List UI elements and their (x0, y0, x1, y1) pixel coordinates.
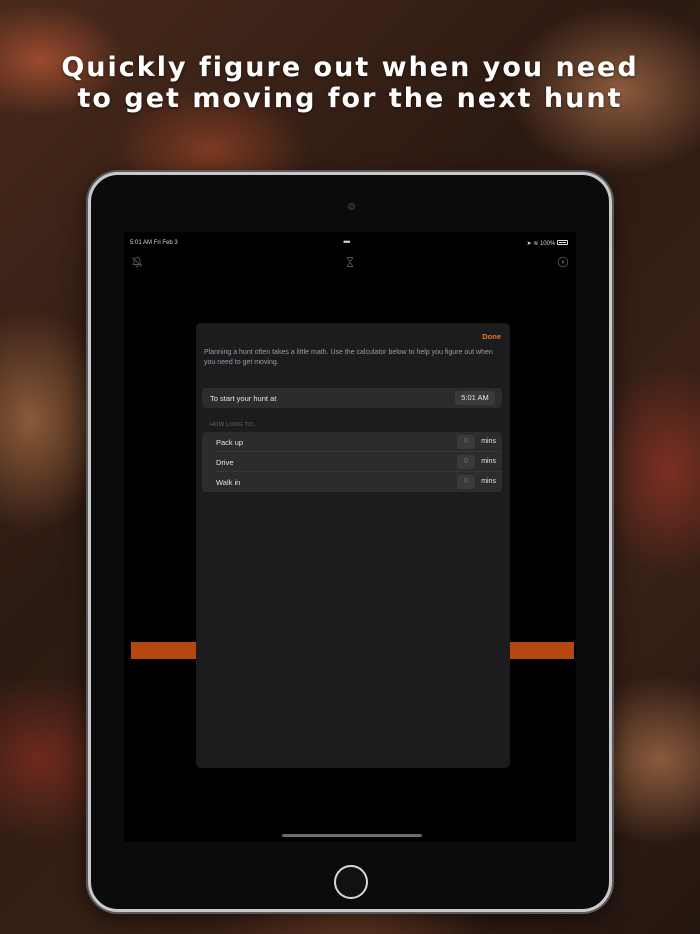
list-item-pack-up: Pack up 0 mins (202, 432, 502, 452)
progress-bar-left (131, 642, 197, 659)
home-button[interactable] (334, 865, 368, 899)
drive-unit: mins (481, 458, 496, 465)
home-indicator[interactable] (282, 834, 422, 837)
section-header: HOW LONG TO... (210, 422, 259, 428)
status-right: ➤ ≋ 100% (526, 239, 568, 247)
headline: Quickly figure out when you need to get … (0, 52, 700, 114)
intro-text: Planning a hunt often takes a little mat… (204, 349, 493, 366)
duration-group: Pack up 0 mins Drive 0 mins Walk in 0 mi… (202, 432, 502, 492)
list-item-walk-in: Walk in 0 mins (202, 472, 502, 492)
list-item-drive: Drive 0 mins (202, 452, 502, 472)
walk-in-unit: mins (481, 478, 496, 485)
multitasking-dots-icon[interactable]: ••• (343, 237, 351, 247)
battery-percent: 100% (539, 241, 556, 247)
headline-line-1: Quickly figure out when you need (61, 52, 639, 83)
location-icon: ➤ (526, 241, 532, 247)
drive-input[interactable]: 0 (457, 455, 475, 469)
front-camera (348, 203, 355, 210)
hourglass-icon[interactable] (344, 256, 356, 268)
pack-up-input[interactable]: 0 (457, 435, 475, 449)
start-time-picker[interactable]: 5:01 AM (455, 391, 495, 405)
done-button[interactable]: Done (482, 332, 501, 341)
pack-up-unit: mins (481, 438, 496, 445)
hunt-calculator-sheet: Done Planning a hunt often takes a littl… (196, 323, 510, 768)
bell-slash-icon[interactable] (131, 256, 143, 268)
start-time-row[interactable]: To start your hunt at 5:01 AM (202, 388, 502, 408)
battery-icon (557, 239, 568, 245)
wifi-icon: ≋ (533, 241, 539, 247)
pack-up-label: Pack up (216, 438, 244, 447)
ipad-frame: 5:01 AM Fri Feb 3 ••• ➤ ≋ 100% Done Plan… (88, 172, 612, 912)
play-circle-icon[interactable] (557, 256, 569, 268)
start-time-label: To start your hunt at (210, 394, 277, 403)
walk-in-label: Walk in (216, 478, 241, 487)
progress-bar-right (510, 642, 574, 659)
headline-line-2: to get moving for the next hunt (77, 83, 623, 114)
drive-label: Drive (216, 458, 234, 467)
status-bar: 5:01 AM Fri Feb 3 ••• ➤ ≋ 100% (124, 237, 576, 250)
walk-in-input[interactable]: 0 (457, 475, 475, 489)
app-screen: 5:01 AM Fri Feb 3 ••• ➤ ≋ 100% Done Plan… (124, 232, 576, 842)
status-time-date: 5:01 AM Fri Feb 3 (130, 240, 178, 246)
